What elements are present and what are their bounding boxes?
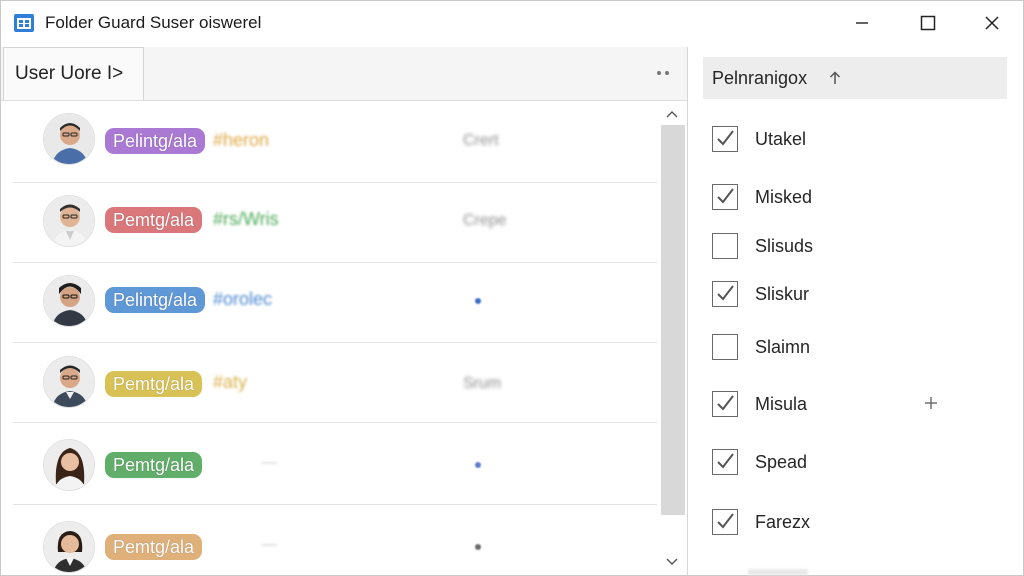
role-badge: Pelintg/ala — [105, 287, 206, 313]
maximize-button[interactable] — [897, 1, 959, 45]
permission-label: Misula — [755, 393, 808, 414]
role-badge: Pemtg/ala — [105, 534, 203, 560]
scrollbar-thumb[interactable] — [661, 125, 685, 515]
user-tag: #rs/Wris — [213, 209, 279, 229]
user-tag: — — [261, 454, 277, 471]
minimize-button[interactable] — [831, 1, 893, 45]
add-permission-button[interactable] — [922, 394, 940, 412]
role-badge: Pemtg/ala — [105, 452, 203, 478]
partially-visible-item — [748, 569, 808, 575]
window-title: Folder Guard Suser oiswerel — [45, 13, 262, 32]
app-window: Folder Guard Suser oiswerel User Uore I>… — [0, 0, 1024, 576]
permission-item[interactable]: Slaimn — [712, 332, 992, 362]
checkmark-icon — [717, 285, 734, 301]
user-tag: — — [261, 536, 277, 553]
checkbox[interactable] — [712, 391, 738, 417]
status-dot — [475, 544, 481, 550]
checkbox[interactable] — [712, 184, 738, 210]
role-badge: Pemtg/ala — [105, 371, 203, 397]
list-item[interactable]: Pemtg/ala — — [13, 507, 657, 575]
status-dot — [475, 462, 481, 468]
list-item[interactable]: Pemtg/ala #rs/Wris Crepe — [13, 183, 657, 263]
user-tag: #orolec — [213, 289, 273, 309]
avatar — [43, 521, 95, 573]
sort-up-icon[interactable] — [829, 71, 841, 85]
role-badge: Pelintg/ala — [105, 128, 206, 154]
permission-item[interactable]: Sliskur — [712, 279, 992, 309]
more-options-button[interactable] — [649, 61, 677, 85]
avatar — [43, 356, 95, 408]
tab-user-list[interactable]: User Uore I> — [3, 47, 144, 100]
checkbox[interactable] — [712, 281, 738, 307]
checkmark-icon — [717, 453, 734, 469]
scroll-down-button[interactable] — [659, 553, 685, 571]
tab-bar: User Uore I> — [1, 47, 687, 101]
chevron-down-icon — [666, 558, 678, 565]
close-icon — [985, 16, 999, 30]
user-tag: #aty — [213, 372, 248, 392]
permission-item[interactable]: Slisuds — [712, 231, 992, 261]
permission-item[interactable]: Farezx — [712, 507, 992, 537]
checkmark-icon — [717, 130, 734, 146]
avatar — [43, 113, 95, 165]
permission-label: Spead — [755, 451, 808, 472]
permission-label: Utakel — [755, 128, 807, 149]
permission-label: Sliskur — [755, 283, 810, 304]
permission-item[interactable]: Spead — [712, 447, 992, 477]
role-badge: Pemtg/ala — [105, 207, 203, 233]
checkmark-icon — [717, 188, 734, 204]
checkbox[interactable] — [712, 509, 738, 535]
avatar — [43, 275, 95, 327]
permission-label: Slaimn — [755, 336, 811, 357]
title-bar[interactable]: Folder Guard Suser oiswerel — [1, 1, 1023, 45]
permission-label: Misked — [755, 186, 813, 207]
dot-icon — [657, 71, 661, 75]
folder-guard-app-icon — [13, 12, 35, 34]
checkbox[interactable] — [712, 449, 738, 475]
permissions-header-label: Pelnranigox — [712, 67, 808, 88]
avatar — [43, 195, 95, 247]
status-text: Crepe — [463, 212, 507, 229]
checkbox[interactable] — [712, 233, 738, 259]
permission-item[interactable]: Misked — [712, 182, 992, 212]
permissions-header[interactable]: Pelnranigox — [703, 57, 1007, 99]
permission-item[interactable]: Misula — [712, 389, 992, 419]
permission-label: Slisuds — [755, 235, 814, 256]
plus-icon — [925, 397, 937, 409]
checkbox[interactable] — [712, 126, 738, 152]
user-list-pane: User Uore I> Pelintg/ala #heron Crert Pe… — [1, 47, 687, 575]
list-item[interactable]: Pelintg/ala #orolec — [13, 263, 657, 343]
minimize-icon — [856, 22, 868, 24]
list-item[interactable]: Pemtg/ala — — [13, 425, 657, 505]
status-text: Srum — [463, 375, 502, 392]
close-button[interactable] — [961, 1, 1023, 45]
checkmark-icon — [717, 513, 734, 529]
list-item[interactable]: Pelintg/ala #heron Crert — [13, 103, 657, 183]
user-tag: #heron — [213, 130, 270, 150]
list-item[interactable]: Pemtg/ala #aty Srum — [13, 343, 657, 423]
checkmark-icon — [717, 395, 734, 411]
permissions-pane: Pelnranigox Utakel Misked Slisuds Slisku… — [688, 47, 1023, 575]
permission-label: Farezx — [755, 511, 811, 532]
maximize-icon — [920, 15, 936, 31]
status-dot — [475, 298, 481, 304]
permission-item[interactable]: Utakel — [712, 124, 992, 154]
avatar — [43, 439, 95, 491]
checkbox[interactable] — [712, 334, 738, 360]
status-text: Crert — [463, 132, 499, 149]
dot-icon — [665, 71, 669, 75]
scroll-up-button[interactable] — [659, 105, 685, 123]
user-list: Pelintg/ala #heron Crert Pemtg/ala #rs/W… — [13, 103, 657, 575]
chevron-up-icon — [666, 111, 678, 118]
